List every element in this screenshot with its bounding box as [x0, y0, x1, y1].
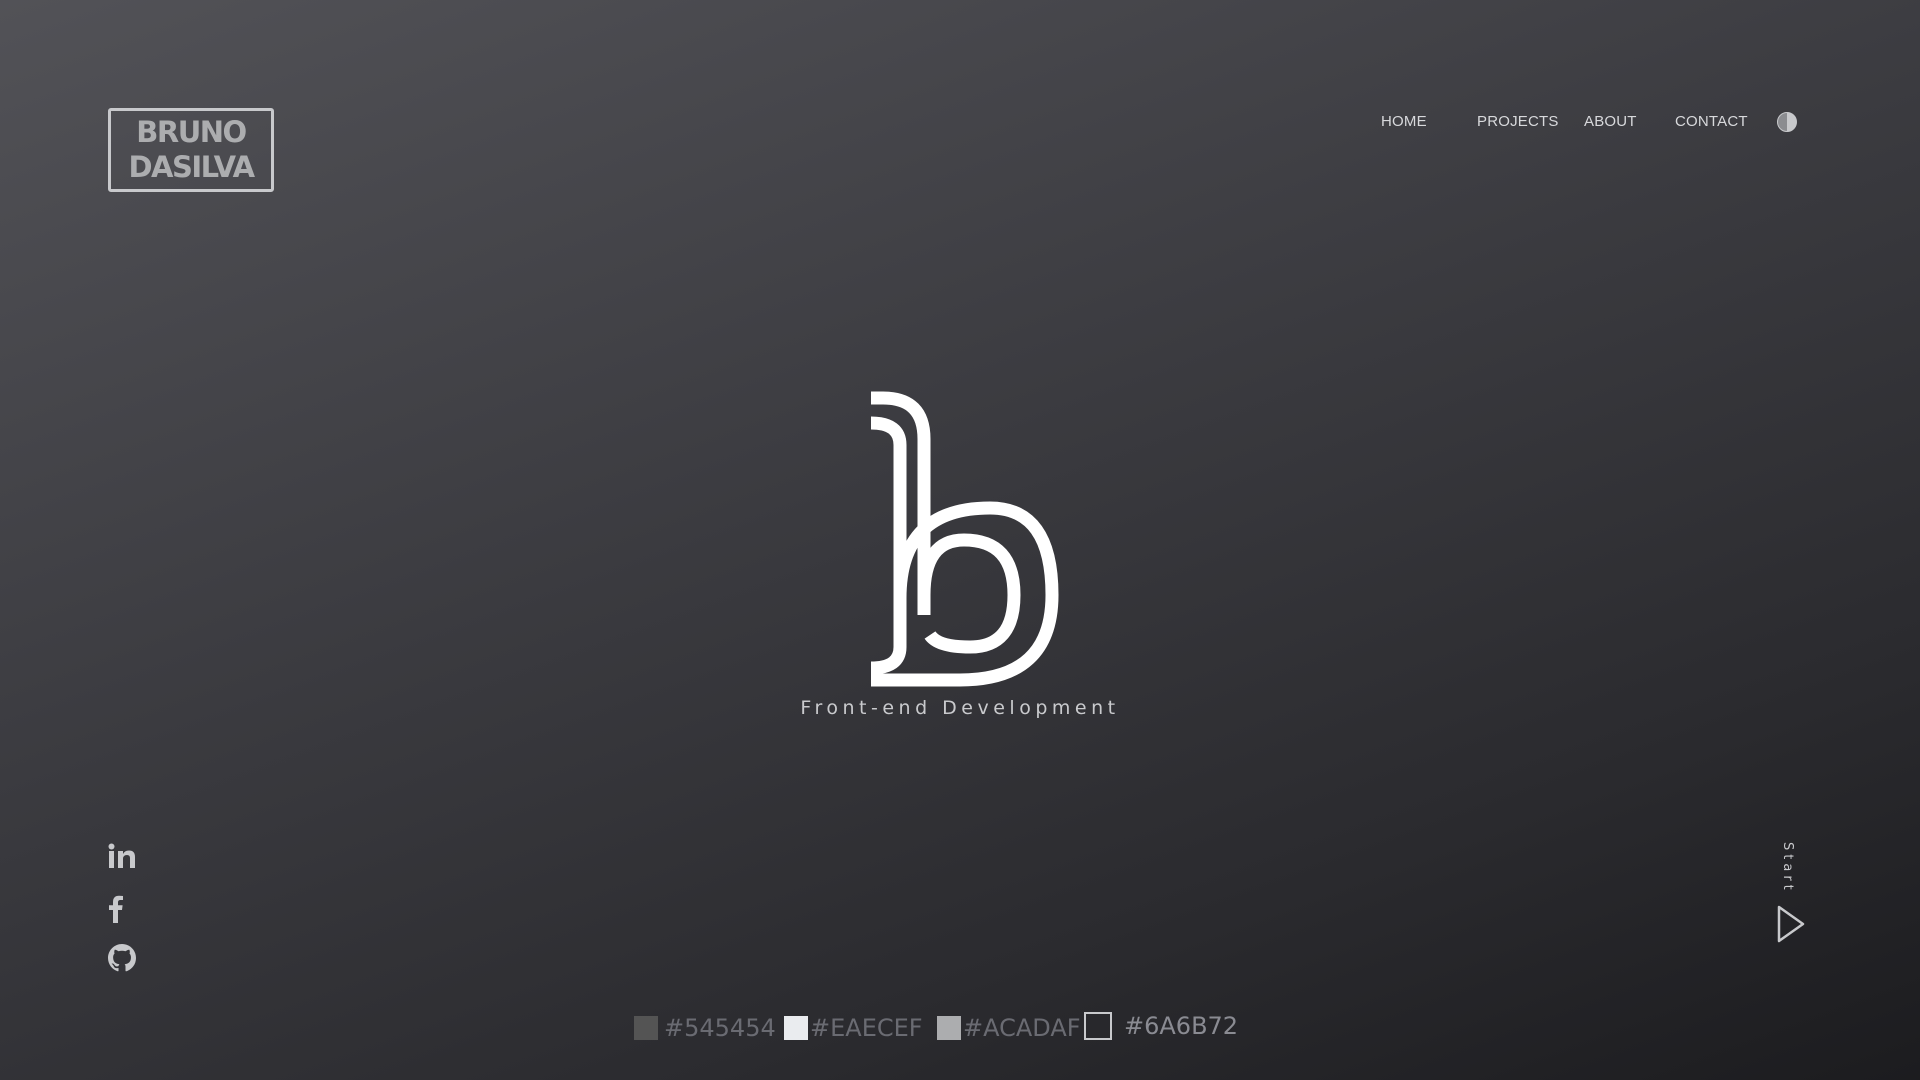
color-chip [1084, 1012, 1112, 1040]
color-chip [634, 1016, 658, 1040]
color-label: #6A6B72 [1124, 1012, 1239, 1040]
color-palette: #545454 #EAECEF #ACADAF #6A6B72 [0, 1012, 1920, 1054]
nav-home[interactable]: HOME [1381, 113, 1427, 130]
theme-toggle-button[interactable] [1777, 112, 1797, 132]
palette-item: #EAECEF [784, 1014, 923, 1042]
linkedin-icon [108, 843, 135, 868]
main-nav: HOME PROJECTS ABOUT CONTACT [0, 110, 1920, 134]
play-triangle-icon [1777, 905, 1805, 943]
hero-logo [790, 385, 1130, 725]
nav-contact[interactable]: CONTACT [1675, 113, 1748, 130]
palette-item: #ACADAF [937, 1014, 1081, 1042]
color-label: #545454 [664, 1014, 776, 1042]
palette-item: #6A6B72 [1084, 1012, 1238, 1040]
half-circle-contrast-icon [1777, 112, 1797, 132]
color-chip [937, 1016, 961, 1040]
linkedin-link[interactable] [108, 843, 136, 869]
github-link[interactable] [108, 944, 136, 972]
facebook-link[interactable] [108, 895, 124, 923]
brand-line-2: DASILVA [128, 150, 255, 184]
nav-about[interactable]: ABOUT [1584, 113, 1637, 130]
start-button[interactable] [1775, 904, 1807, 944]
b-monogram-icon [870, 391, 1059, 687]
palette-item: #545454 [634, 1014, 776, 1042]
color-chip [784, 1016, 808, 1040]
color-label: #EAECEF [810, 1014, 923, 1042]
nav-projects[interactable]: PROJECTS [1477, 113, 1559, 130]
color-label: #ACADAF [963, 1014, 1081, 1042]
start-label: Start [1780, 842, 1795, 894]
github-icon [108, 944, 136, 972]
hero-tagline: Front-end Development [800, 697, 1120, 719]
facebook-icon [109, 895, 123, 923]
